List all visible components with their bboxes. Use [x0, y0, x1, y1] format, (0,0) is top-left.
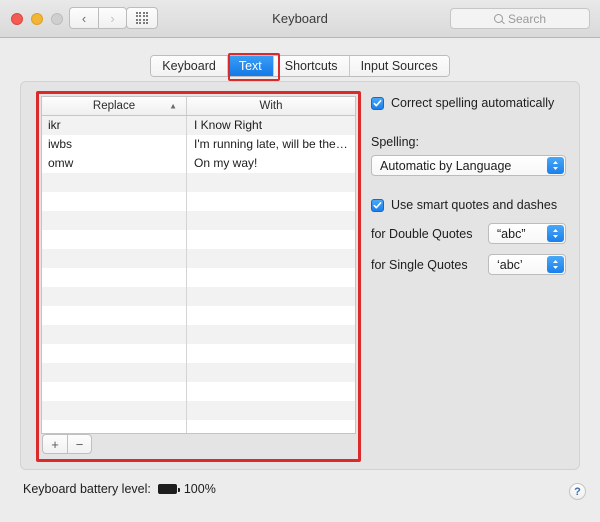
table-header-row: Replace ▲ With: [42, 97, 355, 116]
table-edit-buttons: + −: [42, 434, 92, 454]
sort-ascending-icon: ▲: [169, 101, 177, 111]
search-icon: [493, 14, 503, 23]
add-replacement-button[interactable]: +: [42, 434, 67, 454]
table-row-empty[interactable]: [42, 192, 355, 211]
replacement-table[interactable]: Replace ▲ With ikr I Know Right iwbs I'm…: [41, 96, 356, 434]
table-row-empty[interactable]: [42, 420, 355, 433]
title-bar: ‹ › Keyboard Search: [0, 0, 600, 38]
table-row-empty[interactable]: [42, 211, 355, 230]
chevron-updown-icon: [547, 256, 564, 273]
spelling-select-value: Automatic by Language: [380, 158, 512, 173]
cell-replace: iwbs: [42, 135, 187, 154]
cell-with: I'm running late, will be the…: [194, 137, 348, 151]
chevron-updown-icon: [547, 225, 564, 242]
table-row-empty[interactable]: [42, 344, 355, 363]
remove-replacement-button[interactable]: −: [67, 434, 92, 454]
tab-text[interactable]: Text: [227, 56, 274, 76]
single-quotes-value: ‘abc’: [497, 257, 523, 272]
single-quotes-label: for Single Quotes: [371, 257, 468, 272]
options-pane: Correct spelling automatically Spelling:…: [371, 96, 566, 275]
correct-spelling-row[interactable]: Correct spelling automatically: [371, 96, 566, 111]
table-row-empty[interactable]: [42, 249, 355, 268]
table-row-empty[interactable]: [42, 382, 355, 401]
correct-spelling-checkbox[interactable]: [371, 97, 384, 110]
column-header-replace-label: Replace: [92, 100, 136, 112]
single-quotes-row: for Single Quotes ‘abc’: [371, 254, 566, 275]
battery-full-icon: [157, 484, 180, 494]
help-button[interactable]: ?: [569, 483, 586, 500]
column-header-replace[interactable]: Replace ▲: [42, 97, 187, 115]
chevron-updown-icon: [547, 157, 564, 174]
checkmark-icon: [373, 202, 382, 209]
double-quotes-label: for Double Quotes: [371, 226, 473, 241]
keyboard-preferences-window: ‹ › Keyboard Search Keyboard Text Shortc…: [0, 0, 600, 522]
tab-bar: Keyboard Text Shortcuts Input Sources: [0, 55, 600, 77]
smart-quotes-label: Use smart quotes and dashes: [391, 198, 558, 212]
smart-quotes-checkbox[interactable]: [371, 199, 384, 212]
double-quotes-select[interactable]: “abc”: [488, 223, 566, 244]
table-row[interactable]: iwbs I'm running late, will be the…: [42, 135, 355, 154]
checkmark-icon: [373, 100, 382, 107]
cell-replace: omw: [42, 154, 187, 173]
double-quotes-row: for Double Quotes “abc”: [371, 223, 566, 244]
cell-with: I Know Right: [194, 118, 263, 132]
battery-label: Keyboard battery level:: [23, 482, 151, 496]
smart-quotes-row[interactable]: Use smart quotes and dashes: [371, 198, 566, 213]
table-row-empty[interactable]: [42, 287, 355, 306]
table-row[interactable]: ikr I Know Right: [42, 116, 355, 135]
spelling-label: Spelling:: [371, 135, 419, 149]
search-input[interactable]: Search: [450, 8, 590, 29]
table-row-empty[interactable]: [42, 363, 355, 382]
status-bar: Keyboard battery level: 100% ?: [0, 470, 600, 522]
tab-input-sources[interactable]: Input Sources: [349, 56, 449, 76]
tab-shortcuts[interactable]: Shortcuts: [273, 56, 350, 76]
table-body: ikr I Know Right iwbs I'm running late, …: [42, 116, 355, 433]
column-header-with-label: With: [259, 100, 283, 112]
table-row-empty[interactable]: [42, 230, 355, 249]
cell-with: On my way!: [194, 156, 258, 170]
cell-replace: ikr: [42, 116, 187, 135]
table-row-empty[interactable]: [42, 173, 355, 192]
table-row[interactable]: omw On my way!: [42, 154, 355, 173]
table-row-empty[interactable]: [42, 268, 355, 287]
tab-keyboard[interactable]: Keyboard: [151, 56, 228, 76]
correct-spelling-label: Correct spelling automatically: [391, 96, 555, 110]
spelling-select[interactable]: Automatic by Language: [371, 155, 566, 176]
table-row-empty[interactable]: [42, 401, 355, 420]
column-header-with[interactable]: With: [187, 97, 355, 115]
battery-status: Keyboard battery level: 100%: [23, 482, 216, 496]
search-placeholder: Search: [507, 11, 547, 26]
battery-percent: 100%: [183, 482, 216, 496]
table-row-empty[interactable]: [42, 325, 355, 344]
double-quotes-value: “abc”: [497, 226, 526, 241]
table-row-empty[interactable]: [42, 306, 355, 325]
single-quotes-select[interactable]: ‘abc’: [488, 254, 566, 275]
